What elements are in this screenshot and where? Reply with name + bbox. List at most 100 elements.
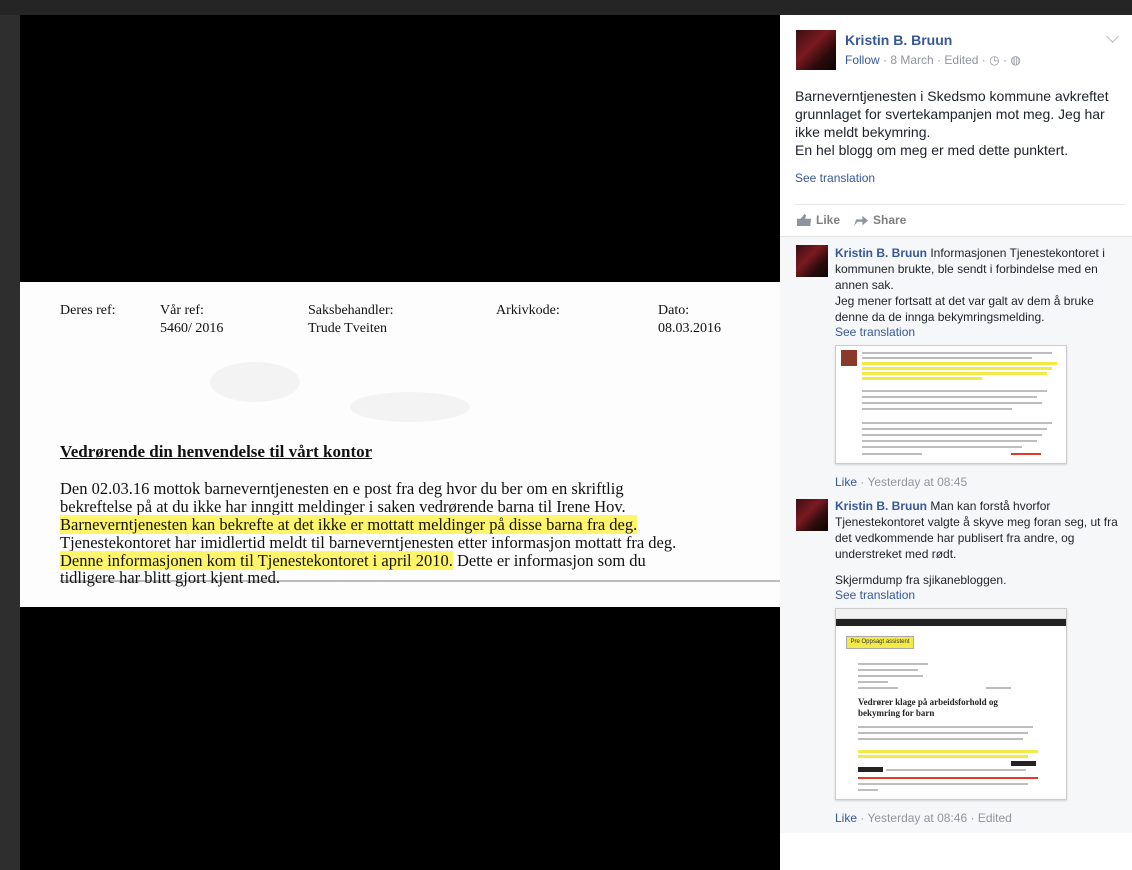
document-line-3: Barneverntjenesten kan bekrefte at det i…: [60, 515, 638, 535]
post-meta: Follow · 8 March · Edited · ◷ · ◍: [845, 53, 1021, 67]
highlight: Barneverntjenesten kan bekrefte at det i…: [60, 515, 638, 534]
like-label: Like: [816, 213, 841, 227]
thumb-line: [862, 422, 1052, 424]
edited-label[interactable]: Edited: [944, 53, 978, 67]
document-line-6: tidligere har blitt gjort kjent med.: [60, 568, 280, 587]
document-heading: Vedrørende din henvendelse til vårt kont…: [60, 442, 373, 461]
thumb-highlight: [858, 750, 1038, 753]
document-line-2: bekreftelse på at du ikke har inngitt me…: [60, 497, 626, 516]
comment-body: Kristin B. Bruun Man kan forstå hvorfor …: [835, 498, 1120, 588]
thumb-highlight: [862, 367, 1052, 370]
comment-author[interactable]: Kristin B. Bruun: [835, 499, 927, 513]
thumb-line: [862, 396, 1037, 398]
thumb-line: [862, 453, 922, 455]
like-button[interactable]: Like: [797, 213, 840, 227]
follow-link[interactable]: Follow: [845, 53, 880, 67]
avatar[interactable]: [796, 30, 836, 70]
thumb-toolbar: [836, 619, 1066, 626]
post-text: Barneverntjenesten i Skedsmo kommune avk…: [795, 87, 1120, 159]
post-panel: Kristin B. Bruun Follow · 8 March · Edit…: [780, 15, 1132, 834]
document-line-1: Den 02.03.16 mottok barneverntjenesten e…: [60, 479, 624, 498]
divider: [795, 204, 1125, 205]
thumb-redaction: [858, 767, 883, 772]
comment-footer: Like · Yesterday at 08:45: [835, 475, 967, 489]
thumb-red-mark: [858, 777, 1038, 779]
see-translation-link[interactable]: See translation: [795, 171, 875, 185]
left-edge: [0, 15, 20, 870]
thumb-line: [862, 446, 1022, 448]
thumb-line: [858, 687, 898, 689]
comment-time[interactable]: Yesterday at 08:46: [867, 811, 967, 825]
comment-body: Kristin B. Bruun Informasjonen Tjenestek…: [835, 245, 1120, 325]
comment-screenshot[interactable]: Pre Oppsagt assistent Vedrører klage på …: [835, 608, 1067, 800]
thumb-line: [886, 769, 1026, 771]
post-date[interactable]: 8 March: [890, 53, 933, 67]
thumb-heading: Vedrører klage på arbeidsforhold og beky…: [858, 697, 998, 718]
label-var-ref: Vår ref:: [160, 303, 204, 318]
chevron-down-icon[interactable]: [1106, 30, 1119, 43]
thumb-line: [862, 408, 1012, 410]
thumb-highlight: [862, 377, 982, 380]
thumb-highlight: [862, 362, 1057, 365]
thumb-line: [858, 789, 878, 791]
comment-text: Kristin B. Bruun Informasjonen Tjenestek…: [835, 245, 1120, 293]
comment-text: Kristin B. Bruun Man kan forstå hvorfor …: [835, 498, 1120, 562]
like-icon: [797, 214, 811, 226]
top-bar: [0, 0, 1132, 15]
post-text-line: Barneverntjenesten i Skedsmo kommune avk…: [795, 88, 1109, 140]
globe-icon: ◍: [1010, 53, 1021, 67]
label-deres-ref: Deres ref:: [60, 303, 116, 318]
edited-label[interactable]: Edited: [978, 811, 1012, 825]
thumb-line: [862, 402, 1042, 404]
thumb-redaction: [1011, 761, 1036, 766]
share-button[interactable]: Share: [854, 213, 906, 227]
thumb-line: [858, 738, 1023, 740]
share-icon: [854, 215, 868, 226]
thumb-line: [862, 352, 1052, 354]
thumb-line: [862, 357, 1032, 359]
post-text-line: En hel blogg om meg er med dette punkter…: [795, 142, 1069, 158]
comment-like-link[interactable]: Like: [835, 811, 857, 825]
thumb-line: [862, 390, 1047, 392]
panel-footer-area: [780, 833, 1132, 870]
label-saksbehandler: Saksbehandler:: [308, 303, 394, 318]
value-dato: 08.03.2016: [658, 321, 721, 336]
comments-section: Kristin B. Bruun Informasjonen Tjenestek…: [780, 236, 1132, 834]
meta-separator: ·: [970, 811, 978, 825]
value-saksbehandler: Trude Tveiten: [308, 321, 387, 336]
thumb-highlight: [858, 755, 1028, 758]
thumb-line: [858, 783, 1028, 785]
comment-like-link[interactable]: Like: [835, 475, 857, 489]
thumb-button: Pre Oppsagt assistent: [846, 636, 914, 649]
thumb-avatar: [841, 350, 857, 366]
comment-author[interactable]: Kristin B. Bruun: [835, 246, 927, 260]
thumb-line: [858, 732, 1028, 734]
thumb-line: [862, 428, 1047, 430]
thumb-line: [858, 669, 918, 671]
share-label: Share: [873, 213, 907, 227]
photo-stage[interactable]: Deres ref: Vår ref: Saksbehandler: Arkiv…: [20, 15, 780, 870]
thumb-highlight: [862, 372, 1047, 375]
label-arkivkode: Arkivkode:: [496, 303, 560, 318]
see-translation-link[interactable]: See translation: [835, 588, 915, 602]
clock-icon: ◷: [989, 53, 1000, 67]
thumb-line: [862, 434, 1042, 436]
avatar[interactable]: [796, 499, 828, 531]
post-author[interactable]: Kristin B. Bruun: [845, 32, 952, 48]
comment-text-2: Skjermdump fra sjikanebloggen.: [835, 573, 1007, 587]
document-photo: Deres ref: Vår ref: Saksbehandler: Arkiv…: [20, 282, 780, 607]
comment-footer: Like · Yesterday at 08:46 · Edited: [835, 811, 1012, 825]
comment-screenshot[interactable]: [835, 345, 1067, 464]
thumb-line: [986, 687, 1011, 689]
thumb-line: [858, 663, 928, 665]
scan-smudge: [210, 362, 300, 402]
thumb-line: [858, 726, 1033, 728]
thumb-address-bar: [836, 609, 1066, 619]
document-line-4: Tjenestekontoret har imidlertid meldt ti…: [60, 533, 677, 552]
avatar[interactable]: [796, 245, 828, 277]
comment-time[interactable]: Yesterday at 08:45: [867, 475, 967, 489]
see-translation-link[interactable]: See translation: [835, 325, 915, 339]
thumb-line: [858, 681, 888, 683]
comment-text-2: Jeg mener fortsatt at det var galt av de…: [835, 294, 1094, 324]
thumb-line: [858, 675, 923, 677]
